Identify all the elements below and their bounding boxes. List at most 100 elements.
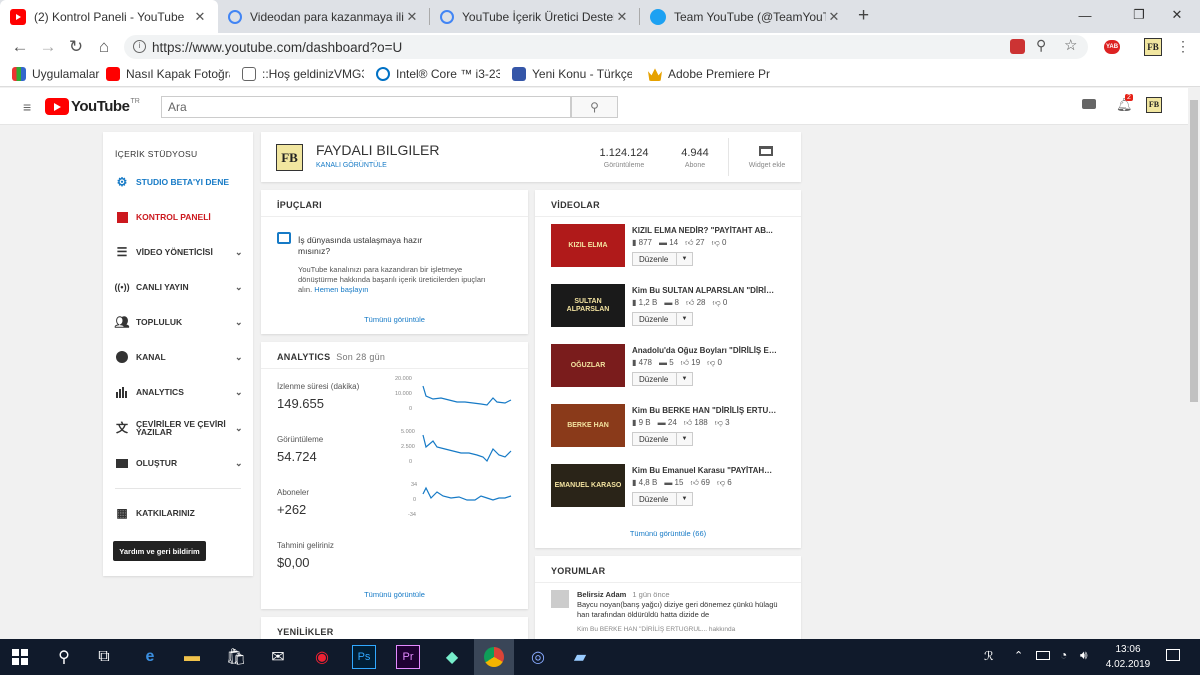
tab-team-youtube[interactable]: Team YouTube (@TeamYouTube) ✕ [640,0,852,33]
windows-start-icon[interactable] [8,645,32,669]
close-icon[interactable]: ✕ [404,9,420,25]
tab-kontrol-paneli[interactable]: (2) Kontrol Paneli - YouTube ✕ [0,0,218,33]
sidebar-item-community[interactable]: 👥︎ TOPLULUK ⌄ [114,312,245,332]
menu-dots-icon[interactable]: ⋮ [1176,38,1190,55]
sidebar-item-analytics[interactable]: ANALYTICS ⌄ [115,382,245,402]
video-thumbnail[interactable]: EMANUEL KARASO [551,464,625,507]
clock-time[interactable]: 13:06 [1100,644,1156,655]
minimize-button[interactable]: — [1062,0,1108,30]
chevron-down-icon[interactable]: ⌄ [235,352,243,363]
file-explorer-icon[interactable]: ▬ [180,645,204,669]
upload-video-icon[interactable] [1082,99,1096,109]
info-icon[interactable]: i [133,40,146,53]
volume-icon[interactable]: 🔊︎ [1080,648,1088,663]
search-input[interactable]: Ara [161,96,571,118]
chevron-down-icon[interactable]: ⌄ [235,458,243,469]
app-icon[interactable]: ◉ [310,645,334,669]
video-thumbnail[interactable]: KIZIL ELMA [551,224,625,267]
analytics-view-all-link[interactable]: Tümünü görüntüle [261,590,528,599]
views-sparkline[interactable]: 5.000 2.500 0 [395,429,513,467]
forward-arrow-icon[interactable]: → [36,35,60,59]
widget-add-label[interactable]: Widget ekle [739,162,795,169]
subscribers-sparkline[interactable]: 34 0 -34 [395,482,513,520]
bookmark-star-icon[interactable]: ☆ [1064,36,1077,54]
bookmark-vmg[interactable]: ::Hoş geldinizVMG33 [242,65,364,83]
video-title[interactable]: KIZIL ELMA NEDİR? "PAYİTAHT AB... [632,226,777,235]
sidebar-item-live[interactable]: ((•)) CANLI YAYIN ⌄ [114,277,245,297]
profile-avatar-icon[interactable]: FB [1144,38,1162,56]
chevron-down-icon[interactable]: ▼ [676,493,692,505]
blocked-content-icon[interactable] [1010,39,1025,54]
zoom-icon[interactable]: ⚲ [1036,37,1046,54]
youtube-logo[interactable]: YouTube TR [45,98,140,115]
edge-browser-icon[interactable]: e [138,645,162,669]
search-icon[interactable]: ⚲ [52,645,76,669]
wifi-icon[interactable]: ◔ [1060,648,1067,662]
bookmark-kapak[interactable]: Nasıl Kapak Fotoğraf [106,65,230,83]
view-channel-link[interactable]: KANALI GÖRÜNTÜLE [316,162,387,169]
new-tab-button[interactable]: + [858,5,869,27]
edit-dropdown-button[interactable]: Düzenle ▼ [632,252,693,266]
account-avatar[interactable]: FB [1146,97,1162,113]
hamburger-menu-icon[interactable]: ≡ [23,99,31,115]
edit-dropdown-button[interactable]: Düzenle ▼ [632,312,693,326]
app-launcher-icon[interactable]: ◆ [440,645,464,669]
video-title[interactable]: Anadolu'da Oğuz Boyları "DİRİLİŞ ER... [632,346,777,355]
bookmark-intel[interactable]: Intel® Core ™ i3-231 [376,65,500,83]
chevron-down-icon[interactable]: ▼ [676,253,692,265]
close-icon[interactable]: ✕ [614,9,630,25]
sidebar-item-contributions[interactable]: ▦ KATKILARINIZ [115,503,245,523]
sidebar-item-video-manager[interactable]: ☰ VİDEO YÖNETİCİSİ ⌄ [115,242,245,262]
tab-videodan-para[interactable]: Videodan para kazanmaya ilişkin ✕ [218,0,430,33]
clock-date[interactable]: 4.02.2019 [1100,659,1156,670]
photoshop-icon[interactable]: Ps [352,645,376,669]
address-bar[interactable]: i https://www.youtube.com/dashboard?o=U … [124,35,1088,59]
get-started-link[interactable]: Hemen başlayın [314,285,368,294]
watch-time-sparkline[interactable]: 20.000 10.000 0 [395,376,513,414]
chevron-down-icon[interactable]: ▼ [676,433,692,445]
chevron-down-icon[interactable]: ⌄ [235,424,243,433]
sidebar-item-create[interactable]: OLUŞTUR ⌄ [115,453,245,473]
edit-dropdown-button[interactable]: Düzenle ▼ [632,492,693,506]
video-title[interactable]: Kim Bu BERKE HAN "DİRİLİŞ ERTUĞ... [632,406,777,415]
home-icon[interactable]: ⌂ [92,35,116,59]
widget-icon[interactable] [759,146,773,156]
chevron-down-icon[interactable]: ▼ [676,373,692,385]
help-feedback-button[interactable]: Yardım ve geri bildirim [113,541,206,561]
sidebar-item-translations[interactable]: 文 ÇEVİRİLER VE ÇEVİRİ YAZILAR ⌄ [115,416,245,440]
sidebar-item-dashboard[interactable]: KONTROL PANELİ [115,207,245,227]
battery-icon[interactable] [1036,651,1050,660]
edit-dropdown-button[interactable]: Düzenle ▼ [632,372,693,386]
store-icon[interactable]: 🛍︎ [224,645,248,669]
video-thumbnail[interactable]: SULTAN ALPARSLAN [551,284,625,327]
extension-yab-icon[interactable]: YAB [1104,40,1120,54]
chrome-taskbar-active[interactable] [474,639,514,675]
chevron-down-icon[interactable]: ▼ [676,313,692,325]
people-icon[interactable]: ℛ [984,649,994,663]
app-circle-icon[interactable]: ◎ [526,645,550,669]
video-title[interactable]: Kim Bu SULTAN ALPARSLAN "DİRİL... [632,286,777,295]
bookmark-premiere[interactable]: Adobe Premiere Pro [648,65,770,83]
commenter-avatar[interactable] [551,590,569,608]
chevron-down-icon[interactable]: ⌄ [235,247,243,258]
bookmark-yeni-konu[interactable]: Yeni Konu - Türkçe A [512,65,632,83]
comment-author[interactable]: Belirsiz Adam [577,590,626,599]
close-icon[interactable]: ✕ [826,9,842,25]
close-icon[interactable]: ✕ [192,9,208,25]
sidebar-item-channel[interactable]: KANAL ⌄ [115,347,245,367]
sidebar-item-studio-beta[interactable]: ⚙ STUDIO BETA'YI DENE [115,172,245,192]
chevron-down-icon[interactable]: ⌄ [235,317,243,328]
notification-center-icon[interactable] [1166,649,1180,661]
video-thumbnail[interactable]: BERKE HAN [551,404,625,447]
tips-view-all-link[interactable]: Tümünü görüntüle [261,315,528,324]
task-view-icon[interactable]: ⧉ [92,645,116,669]
premiere-icon[interactable]: Pr [396,645,420,669]
search-button[interactable]: ⚲ [571,96,618,118]
chevron-down-icon[interactable]: ⌄ [235,387,243,398]
chevron-down-icon[interactable]: ⌄ [235,282,243,293]
videos-view-all-link[interactable]: Tümünü görüntüle (66) [535,529,801,538]
tab-icerik-uretici[interactable]: YouTube İçerik Üretici Destek Ek ✕ [430,0,640,33]
mail-icon[interactable]: ✉ [266,645,290,669]
channel-avatar[interactable]: FB [276,144,303,171]
chevron-up-icon[interactable]: ⌃ [1014,649,1023,662]
